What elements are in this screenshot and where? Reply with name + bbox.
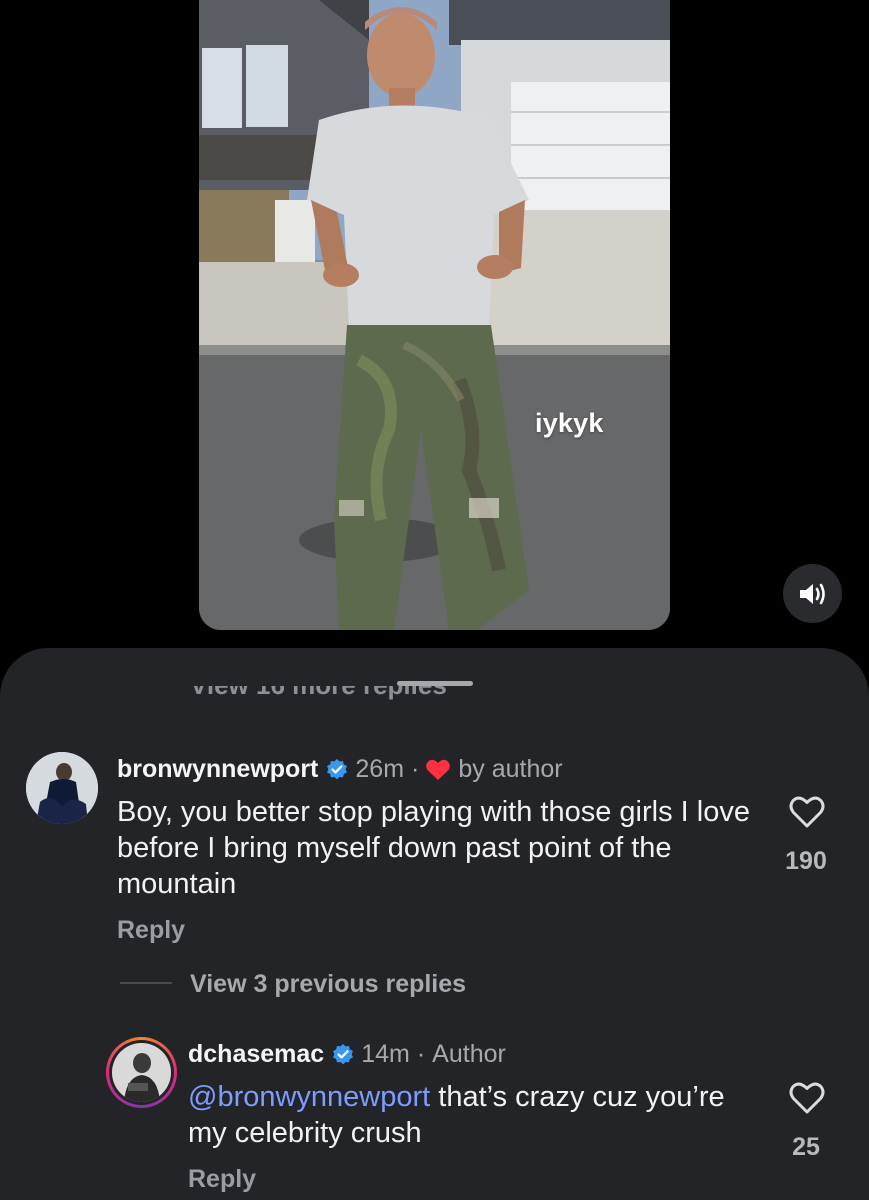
avatar-image <box>26 752 98 824</box>
liked-by-author-label: by author <box>458 755 563 783</box>
verified-badge-icon <box>331 1043 355 1067</box>
like-count: 25 <box>792 1133 820 1161</box>
comment-header: bronwynnewport 26m · by author <box>117 755 563 784</box>
reel-video-frame <box>199 0 670 630</box>
meta-separator: · <box>416 1040 426 1068</box>
avatar[interactable] <box>26 752 98 824</box>
reply-button[interactable]: Reply <box>117 916 185 945</box>
sound-toggle-button[interactable] <box>783 564 842 623</box>
view-more-replies-cut[interactable]: View 16 more replies <box>190 686 447 702</box>
comment-header: dchasemac 14m · Author <box>188 1040 506 1069</box>
mention-link[interactable]: @bronwynnewport <box>188 1081 430 1113</box>
video-caption-overlay: iykyk <box>535 408 604 438</box>
reel-video[interactable]: iykyk <box>199 0 670 630</box>
comment-body: Boy, you better stop playing with those … <box>117 794 767 902</box>
view-previous-replies-button[interactable]: View 3 previous replies <box>190 970 466 999</box>
avatar-image <box>112 1043 171 1102</box>
reply-thread-line <box>120 982 172 984</box>
reels-comment-screen: iykyk View 16 more replies bronwynnewpor… <box>0 0 869 1200</box>
comment-time: 14m <box>361 1040 410 1068</box>
verified-badge-icon <box>325 758 349 782</box>
avatar-story-ring[interactable] <box>106 1037 177 1108</box>
comment-body: @bronwynnewport that’s crazy cuz you’re … <box>188 1079 728 1151</box>
speaker-sound-on-icon <box>799 583 825 604</box>
author-label: Author <box>432 1040 506 1068</box>
comment-text: Boy, you better stop playing with those … <box>117 796 750 900</box>
comment-username[interactable]: bronwynnewport <box>117 755 318 784</box>
like-count: 190 <box>785 847 827 875</box>
comment-username[interactable]: dchasemac <box>188 1040 324 1069</box>
reply-button[interactable]: Reply <box>188 1165 256 1194</box>
like-heart-icon[interactable] <box>789 795 825 834</box>
comments-sheet: View 16 more replies bronwynnewport 26m … <box>0 648 869 1200</box>
meta-separator: · <box>411 755 420 783</box>
comment-time: 26m <box>355 755 405 783</box>
liked-by-author-heart-icon <box>425 758 451 782</box>
like-heart-icon[interactable] <box>789 1081 825 1120</box>
